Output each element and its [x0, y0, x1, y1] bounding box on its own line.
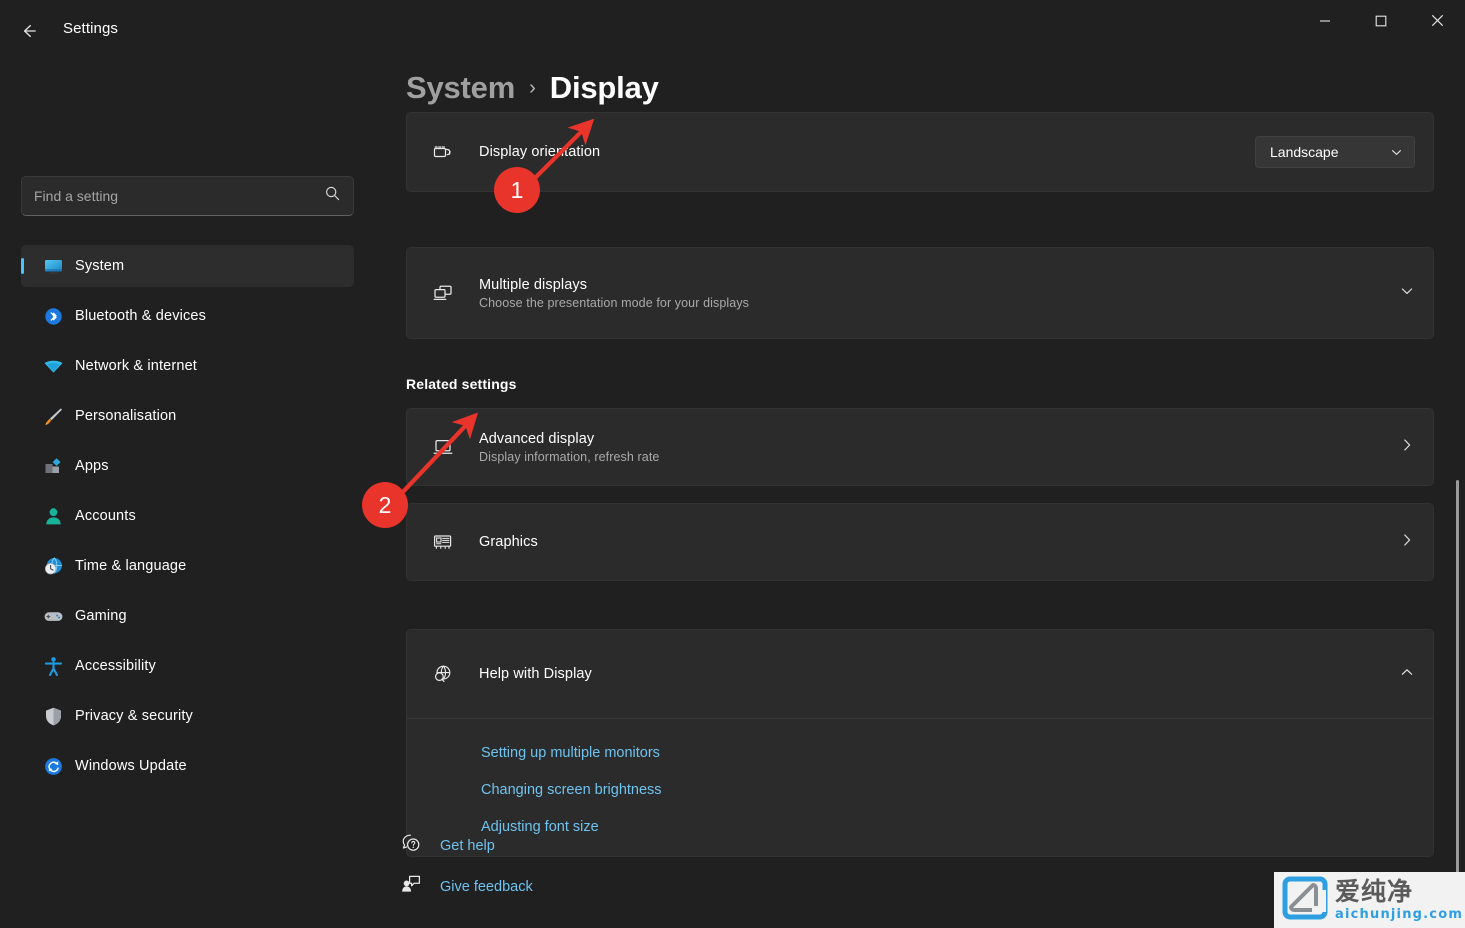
sidebar-item-windows-update[interactable]: Windows Update: [21, 745, 354, 787]
get-help-link[interactable]: Get help: [400, 832, 495, 859]
back-button[interactable]: [10, 12, 48, 50]
chevron-right-icon[interactable]: [1399, 532, 1415, 553]
help-with-display-header[interactable]: Help with Display: [407, 630, 1433, 718]
shield-icon: [42, 705, 64, 727]
get-help-icon: [400, 832, 422, 859]
window-controls: [1297, 0, 1465, 46]
multiple-displays-card[interactable]: Multiple displays Choose the presentatio…: [406, 247, 1434, 339]
sidebar-item-label: Accounts: [75, 508, 136, 524]
graphics-title: Graphics: [479, 534, 1399, 550]
graphics-card[interactable]: Graphics: [406, 503, 1434, 581]
help-with-display-links: Setting up multiple monitors Changing sc…: [407, 718, 1433, 857]
sidebar-item-label: Network & internet: [75, 358, 197, 374]
watermark: 爱纯净 aichunjing.com: [1274, 872, 1465, 928]
app-title: Settings: [63, 20, 118, 37]
chevron-down-icon: [1390, 146, 1403, 159]
sidebar-item-bluetooth-devices[interactable]: Bluetooth & devices: [21, 295, 354, 337]
close-icon: [1431, 14, 1444, 32]
search-box[interactable]: [21, 176, 354, 216]
sidebar-item-personalisation[interactable]: Personalisation: [21, 395, 354, 437]
sidebar-nav: System Bluetooth & devices: [21, 245, 354, 795]
settings-window: Settings: [0, 0, 1465, 928]
related-settings-heading: Related settings: [406, 376, 517, 392]
sidebar-item-label: Apps: [75, 458, 109, 474]
sidebar-item-label: Privacy & security: [75, 708, 193, 724]
help-globe-icon: [429, 662, 457, 686]
sidebar: System Bluetooth & devices: [0, 62, 375, 928]
close-button[interactable]: [1409, 0, 1465, 46]
paintbrush-icon: [42, 405, 64, 427]
breadcrumb: System › Display: [406, 70, 659, 106]
sidebar-item-network-internet[interactable]: Network & internet: [21, 345, 354, 387]
sidebar-item-label: System: [75, 258, 124, 274]
rotate-screen-icon: [429, 140, 457, 164]
watermark-text: 爱纯净 aichunjing.com: [1335, 879, 1463, 921]
accessibility-icon: [42, 655, 64, 677]
clock-globe-icon: [42, 555, 64, 577]
sidebar-item-accounts[interactable]: Accounts: [21, 495, 354, 537]
back-arrow-icon: [19, 21, 39, 41]
advanced-display-card[interactable]: Advanced display Display information, re…: [406, 408, 1434, 486]
person-icon: [42, 505, 64, 527]
wifi-icon: [42, 355, 64, 377]
help-link-setting-up-multiple-monitors[interactable]: Setting up multiple monitors: [481, 745, 660, 761]
help-with-display-title: Help with Display: [479, 666, 1399, 682]
monitor-icon: [42, 255, 64, 277]
sidebar-item-system[interactable]: System: [21, 245, 354, 287]
sidebar-item-label: Bluetooth & devices: [75, 308, 206, 324]
multiple-displays-expand-chevron-down-icon[interactable]: [1399, 283, 1415, 304]
advanced-display-title: Advanced display: [479, 431, 1399, 447]
page-title: Display: [550, 70, 659, 106]
display-orientation-value: Landscape: [1270, 144, 1339, 160]
bluetooth-icon: [42, 305, 64, 327]
multiple-displays-subtitle: Choose the presentation mode for your di…: [479, 296, 1399, 310]
display-orientation-title: Display orientation: [479, 144, 1255, 160]
gamepad-icon: [42, 605, 64, 627]
maximize-button[interactable]: [1353, 0, 1409, 46]
sidebar-item-label: Time & language: [75, 558, 186, 574]
sidebar-item-label: Gaming: [75, 608, 127, 624]
sidebar-item-label: Windows Update: [75, 758, 187, 774]
chevron-up-icon[interactable]: [1399, 664, 1415, 685]
sidebar-item-privacy-security[interactable]: Privacy & security: [21, 695, 354, 737]
minimize-button[interactable]: [1297, 0, 1353, 46]
help-link-changing-screen-brightness[interactable]: Changing screen brightness: [481, 782, 662, 798]
multiple-monitors-icon: [429, 281, 457, 305]
sidebar-item-time-language[interactable]: Time & language: [21, 545, 354, 587]
breadcrumb-parent-system[interactable]: System: [406, 70, 515, 106]
sidebar-item-accessibility[interactable]: Accessibility: [21, 645, 354, 687]
watermark-logo-icon: [1282, 876, 1328, 925]
help-with-display-expander: Help with Display Setting up multiple m: [406, 629, 1434, 857]
chevron-right-icon[interactable]: [1399, 437, 1415, 458]
search-input[interactable]: [34, 188, 316, 204]
graphics-card-icon: [429, 530, 457, 554]
give-feedback-label: Give feedback: [440, 879, 533, 895]
sidebar-item-apps[interactable]: Apps: [21, 445, 354, 487]
sidebar-item-label: Personalisation: [75, 408, 176, 424]
main-content: System › Display Displ: [375, 62, 1465, 928]
update-refresh-icon: [42, 755, 64, 777]
minimize-icon: [1319, 14, 1331, 32]
maximize-icon: [1375, 14, 1387, 32]
breadcrumb-separator-icon: ›: [529, 77, 536, 100]
apps-icon: [42, 455, 64, 477]
help-link-adjusting-font-size[interactable]: Adjusting font size: [481, 819, 599, 835]
get-help-label: Get help: [440, 838, 495, 854]
watermark-en-label: aichunjing.com: [1335, 908, 1463, 921]
search-icon: [324, 185, 341, 207]
multiple-displays-title: Multiple displays: [479, 277, 1399, 293]
sidebar-item-gaming[interactable]: Gaming: [21, 595, 354, 637]
give-feedback-link[interactable]: Give feedback: [400, 873, 533, 900]
give-feedback-icon: [400, 873, 422, 900]
display-orientation-dropdown[interactable]: Landscape: [1255, 136, 1415, 168]
advanced-display-subtitle: Display information, refresh rate: [479, 450, 1399, 464]
display-orientation-card[interactable]: Display orientation Landscape: [406, 112, 1434, 192]
laptop-display-icon: [429, 435, 457, 459]
title-bar: Settings: [0, 0, 1465, 62]
content-scrollbar[interactable]: [1456, 480, 1459, 900]
watermark-cn-label: 爱纯净: [1335, 879, 1463, 904]
settings-list: Display orientation Landscape: [375, 122, 1465, 928]
sidebar-item-label: Accessibility: [75, 658, 156, 674]
